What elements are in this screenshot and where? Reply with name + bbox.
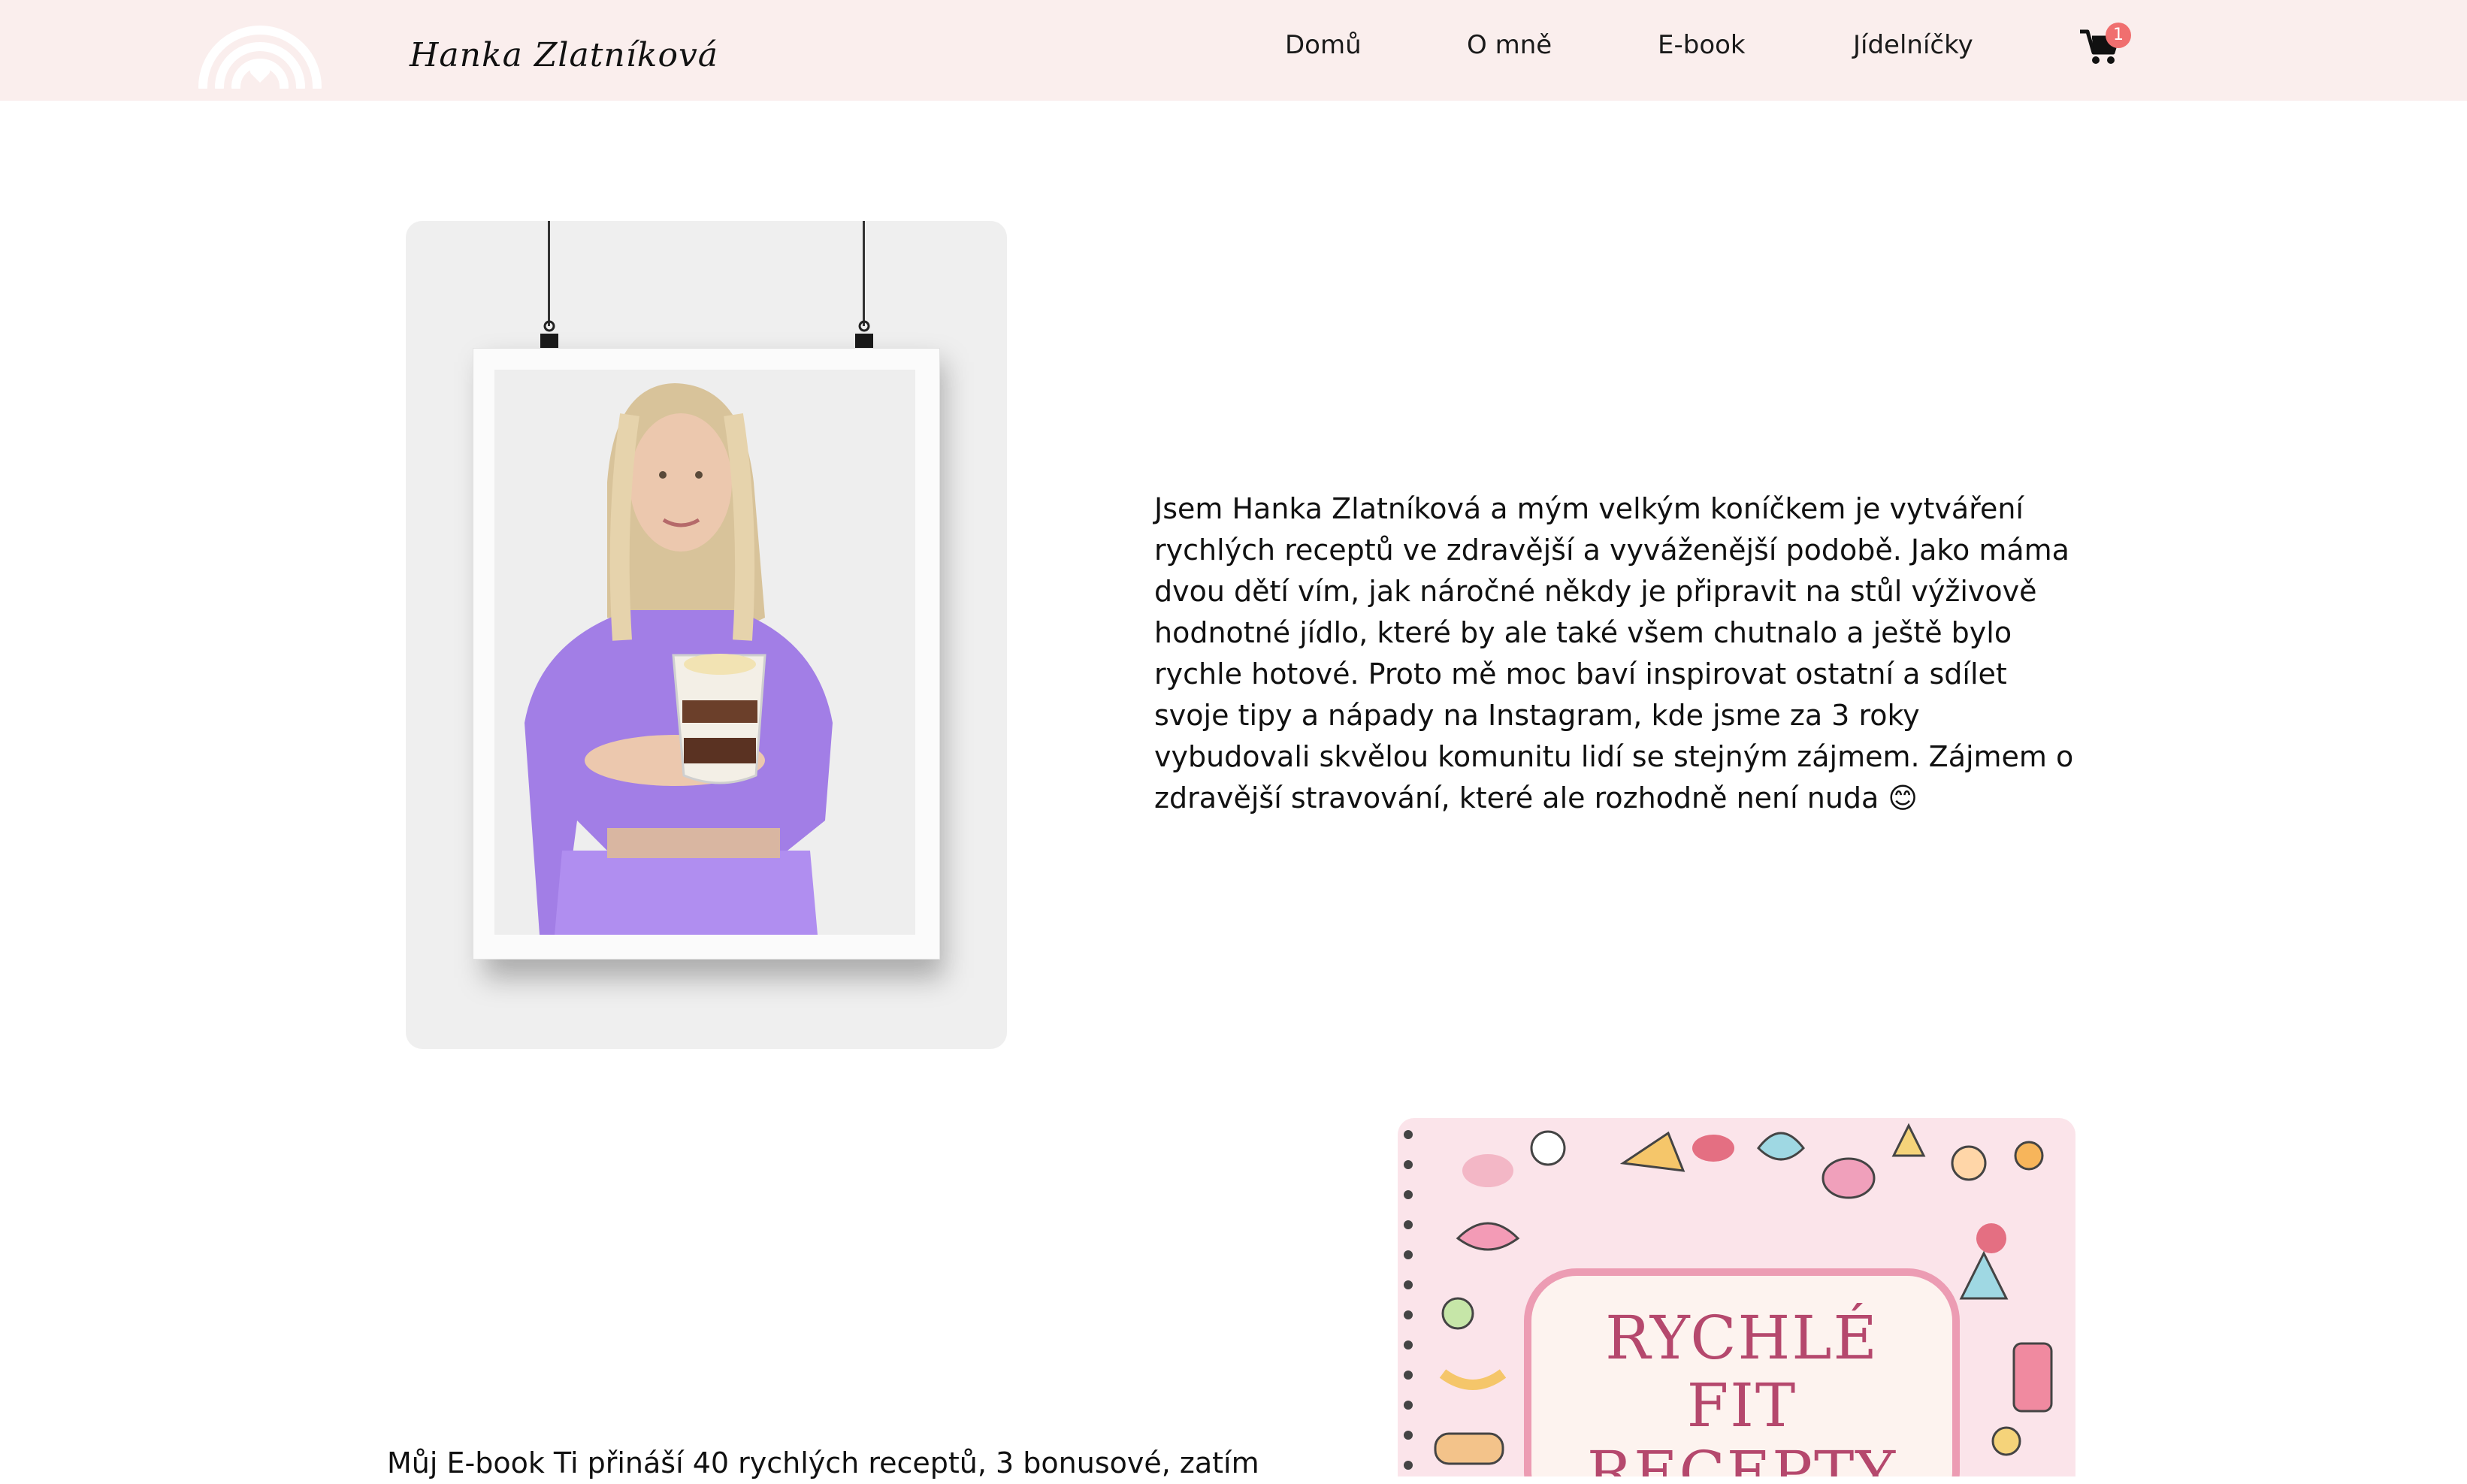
photo-card <box>406 221 1007 1049</box>
cover-title-line-2: FIT RECEPTY <box>1586 1371 1897 1477</box>
nav-item-home[interactable]: Domů <box>1285 30 1362 60</box>
hanging-string <box>548 221 550 326</box>
binder-clip-icon <box>855 320 873 349</box>
rainbow-heart-icon[interactable] <box>197 14 323 89</box>
cover-title-panel: RYCHLÉ FIT RECEPTY <box>1524 1268 1960 1476</box>
binder-clip-icon <box>540 320 558 349</box>
nav-item-about[interactable]: O mně <box>1467 30 1552 60</box>
brand-name[interactable]: Hanka Zlatníková <box>410 36 718 74</box>
about-text: Jsem Hanka Zlatníková a mým velkým koníč… <box>1154 492 2074 815</box>
nav-item-meal-plans[interactable]: Jídelníčky <box>1853 30 1973 60</box>
hanging-string <box>863 221 865 326</box>
poster-frame <box>473 349 939 959</box>
portrait-illustration <box>525 383 833 935</box>
site-header: Hanka Zlatníková Domů O mně E-book Jídel… <box>0 0 2467 101</box>
cover-title-line-1: RYCHLÉ <box>1605 1303 1879 1373</box>
cart-count-badge: 1 <box>2106 23 2131 48</box>
nav-item-ebook[interactable]: E-book <box>1658 30 1746 60</box>
portrait-photo <box>494 370 915 935</box>
ebook-cover[interactable]: RYCHLÉ FIT RECEPTY <box>1398 1118 2075 1476</box>
ebook-intro-text: Můj E-book Ti přináší 40 rychlých recept… <box>387 1446 1259 1479</box>
